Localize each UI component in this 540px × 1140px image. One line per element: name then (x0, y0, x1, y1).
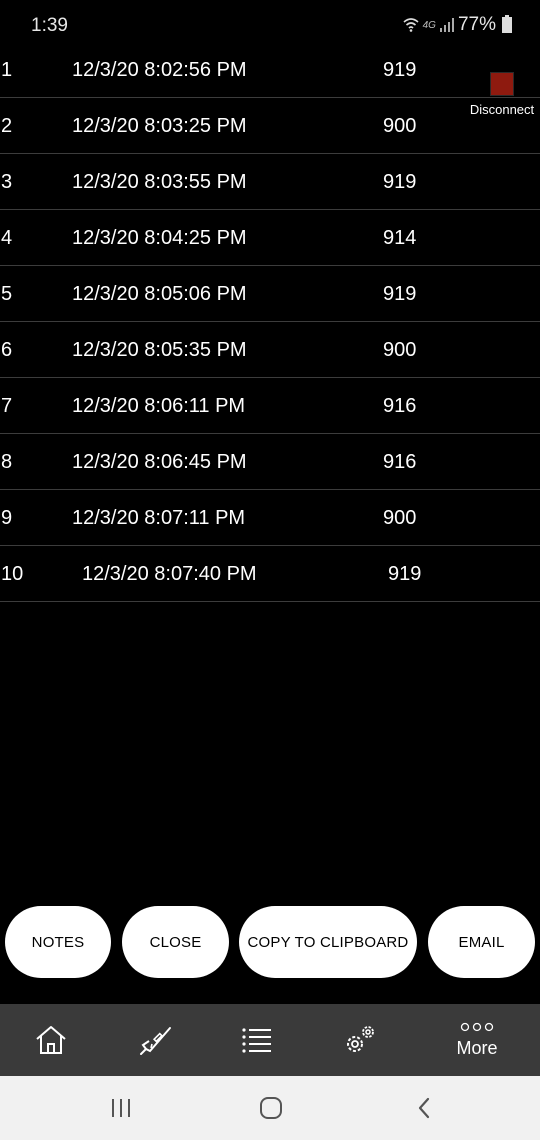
home-circle-icon (260, 1097, 282, 1119)
row-index: 4 (1, 227, 13, 249)
more-icon (460, 1022, 494, 1031)
row-index: 6 (1, 339, 13, 361)
tab-settings[interactable] (311, 1004, 411, 1076)
home-icon (36, 1026, 66, 1054)
settings-icon (347, 1026, 374, 1052)
row-timestamp: 12/3/20 8:04:25 PM (72, 227, 247, 249)
list-item[interactable]: 6 12/3/20 8:05:35 PM 900 (0, 322, 540, 378)
list-item[interactable]: 8 12/3/20 8:06:45 PM 916 (0, 434, 540, 490)
stop-icon (490, 72, 514, 96)
list-item[interactable]: 1 12/3/20 8:02:56 PM 919 (0, 42, 540, 98)
list-item[interactable]: 7 12/3/20 8:06:11 PM 916 (0, 378, 540, 434)
row-value: 919 (383, 283, 417, 305)
row-value: 914 (383, 227, 417, 249)
tab-home[interactable] (1, 1004, 101, 1076)
disconnect-button[interactable]: Disconnect (466, 70, 538, 120)
action-bar: NOTES CLOSE COPY TO CLIPBOARD EMAIL (0, 906, 540, 978)
row-timestamp: 12/3/20 8:02:56 PM (72, 59, 247, 81)
row-value: 919 (383, 59, 417, 81)
row-index: 7 (1, 395, 13, 417)
wifi-icon (403, 18, 419, 32)
row-index: 8 (1, 451, 13, 473)
row-timestamp: 12/3/20 8:03:55 PM (72, 171, 247, 193)
battery-icon (502, 15, 512, 33)
row-index: 2 (1, 115, 13, 137)
disconnect-label: Disconnect (469, 102, 535, 117)
status-icons: 4G 77% (403, 14, 512, 36)
notes-button[interactable]: NOTES (5, 906, 111, 978)
row-value: 916 (383, 451, 417, 473)
tab-rifle[interactable] (105, 1004, 205, 1076)
row-value: 900 (383, 115, 417, 137)
recent-apps-icon (112, 1099, 130, 1117)
row-index: 3 (1, 171, 13, 193)
row-index: 9 (1, 507, 13, 529)
close-button[interactable]: CLOSE (122, 906, 229, 978)
copy-to-clipboard-button[interactable]: COPY TO CLIPBOARD (239, 906, 417, 978)
network-type: 4G (422, 19, 436, 31)
rifle-icon (140, 1027, 171, 1055)
row-value: 900 (383, 507, 417, 529)
system-nav-bar (0, 1076, 540, 1140)
row-timestamp: 12/3/20 8:05:06 PM (72, 283, 247, 305)
row-value: 919 (388, 563, 422, 585)
tab-more-label: More (456, 1037, 498, 1058)
row-value: 916 (383, 395, 417, 417)
tab-list[interactable] (207, 1004, 307, 1076)
row-timestamp: 12/3/20 8:06:45 PM (72, 451, 247, 473)
readings-list: 1 12/3/20 8:02:56 PM 919 2 12/3/20 8:03:… (0, 42, 540, 602)
list-item[interactable]: 2 12/3/20 8:03:25 PM 900 (0, 98, 540, 154)
row-timestamp: 12/3/20 8:03:25 PM (72, 115, 247, 137)
back-icon (418, 1097, 430, 1119)
row-timestamp: 12/3/20 8:07:40 PM (82, 563, 257, 585)
back-nav-button[interactable] (389, 1076, 459, 1140)
list-item[interactable]: 4 12/3/20 8:04:25 PM 914 (0, 210, 540, 266)
list-icon (242, 1028, 271, 1053)
email-button[interactable]: EMAIL (428, 906, 535, 978)
list-item[interactable]: 3 12/3/20 8:03:55 PM 919 (0, 154, 540, 210)
list-item[interactable]: 5 12/3/20 8:05:06 PM 919 (0, 266, 540, 322)
row-timestamp: 12/3/20 8:06:11 PM (72, 395, 246, 417)
row-index: 5 (1, 283, 13, 305)
list-item[interactable]: 10 12/3/20 8:07:40 PM 919 (0, 546, 540, 602)
row-timestamp: 12/3/20 8:07:11 PM (72, 507, 246, 529)
bottom-tab-bar: More (0, 1004, 540, 1076)
battery-percent: 77% (457, 14, 496, 35)
home-nav-button[interactable] (236, 1076, 306, 1140)
signal-icon (439, 18, 454, 32)
tab-more[interactable]: More (427, 1004, 527, 1076)
row-timestamp: 12/3/20 8:05:35 PM (72, 339, 247, 361)
recent-apps-button[interactable] (86, 1076, 156, 1140)
row-value: 919 (383, 171, 417, 193)
row-value: 900 (383, 339, 417, 361)
row-index: 10 (1, 563, 24, 585)
row-index: 1 (1, 59, 13, 81)
list-item[interactable]: 9 12/3/20 8:07:11 PM 900 (0, 490, 540, 546)
status-time: 1:39 (31, 15, 68, 36)
